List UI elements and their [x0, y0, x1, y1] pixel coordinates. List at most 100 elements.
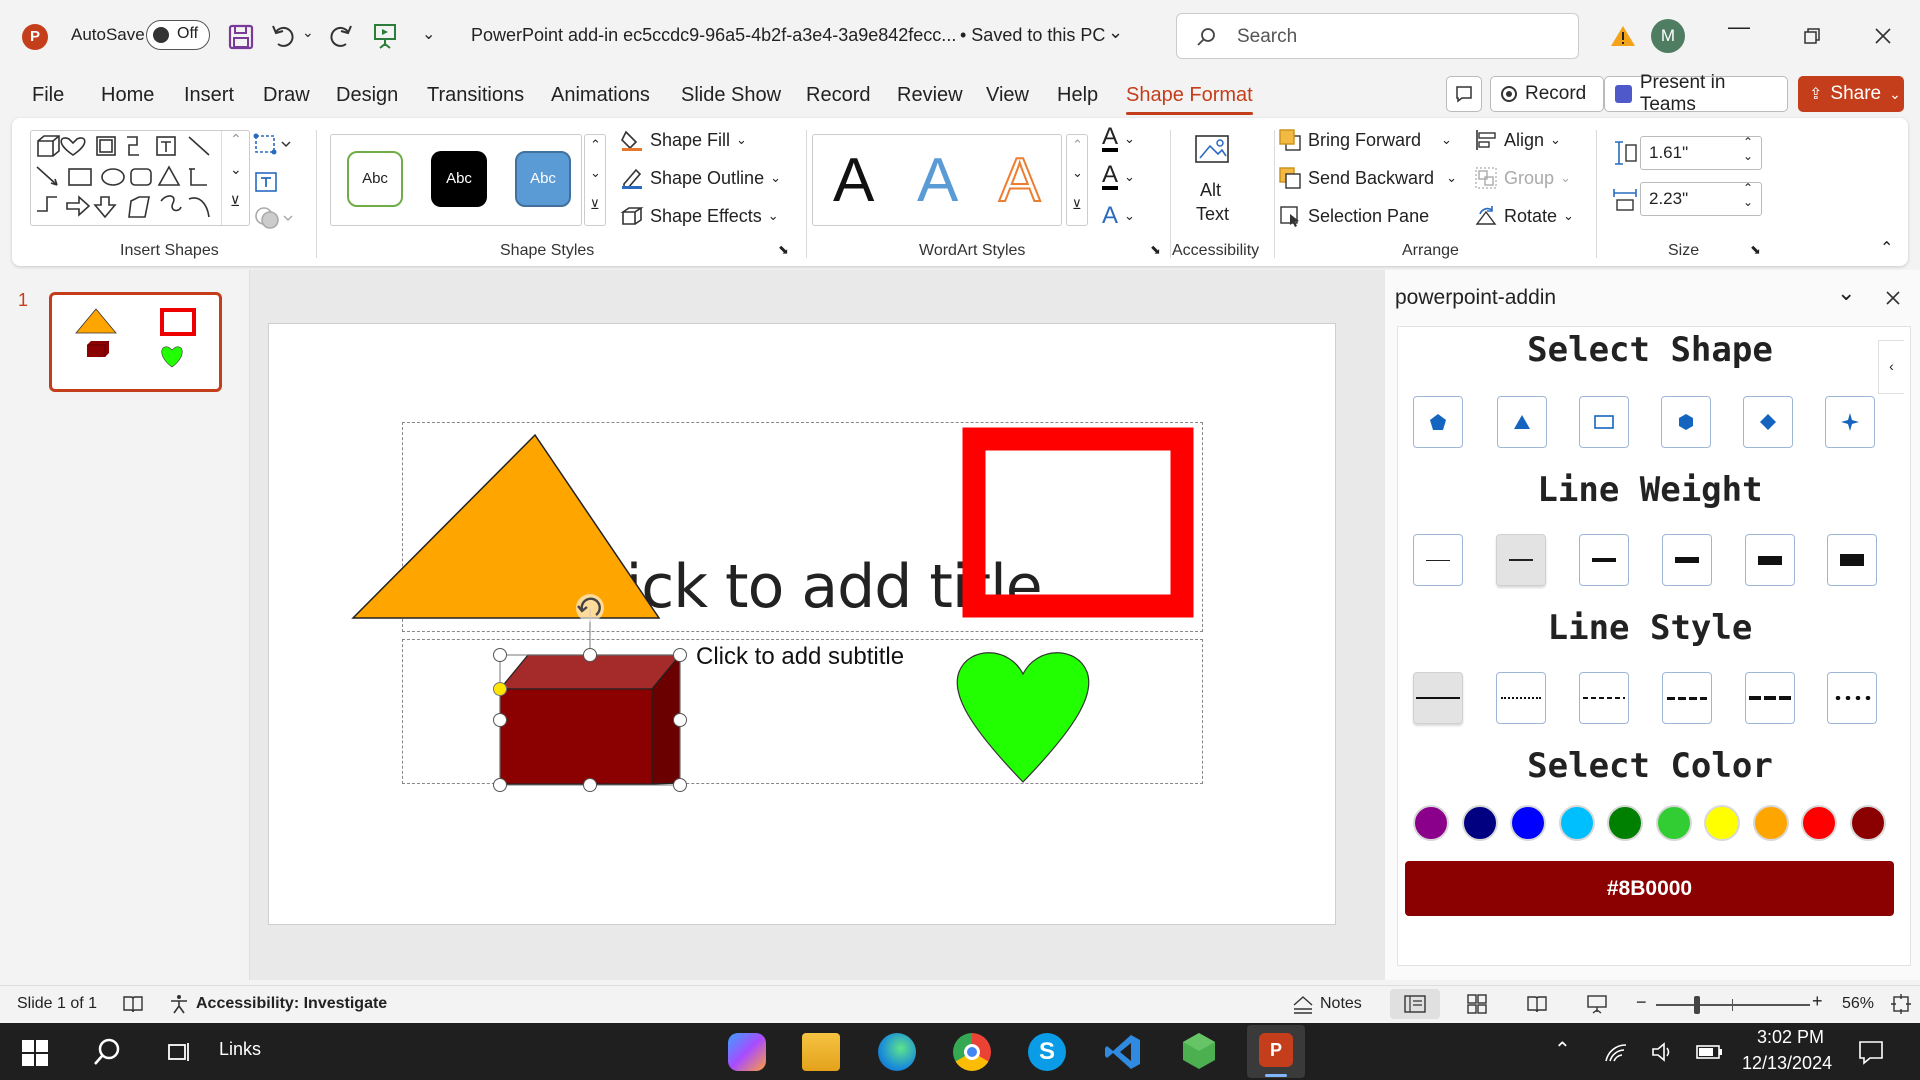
slide-sorter-icon[interactable]: [1466, 993, 1488, 1015]
copilot-icon[interactable]: [728, 1033, 766, 1071]
rotate-handle-icon[interactable]: [574, 592, 606, 624]
powerpoint-taskbar-button[interactable]: P: [1247, 1025, 1305, 1078]
spin-down-icon[interactable]: ⌄: [1743, 195, 1753, 209]
tab-insert[interactable]: Insert: [184, 84, 234, 107]
wordart-sample-orange[interactable]: A: [998, 145, 1041, 216]
shape-width-input[interactable]: 2.23" ⌃ ⌄: [1640, 181, 1762, 216]
shape-styles-scroll[interactable]: ⌃ ⌄ ⊻: [584, 134, 606, 226]
rotate-button[interactable]: Rotate ⌄: [1474, 204, 1574, 228]
tab-home[interactable]: Home: [101, 84, 154, 107]
scroll-down-icon[interactable]: ⌄: [590, 165, 601, 181]
clock-time[interactable]: 3:02 PM: [1757, 1027, 1824, 1048]
spelling-icon[interactable]: [122, 993, 144, 1015]
network-icon[interactable]: [1604, 1041, 1628, 1063]
file-explorer-icon[interactable]: [802, 1033, 840, 1071]
fit-to-window-icon[interactable]: [1890, 993, 1912, 1015]
line-weight-option-3[interactable]: [1579, 534, 1629, 586]
line-style-option-round-dot[interactable]: [1827, 672, 1877, 724]
tab-draw[interactable]: Draw: [263, 84, 310, 107]
wordart-sample-blue[interactable]: A: [917, 145, 958, 216]
color-swatch[interactable]: [1704, 805, 1740, 841]
selection-pane-button[interactable]: Selection Pane: [1278, 204, 1429, 228]
zoom-out-icon[interactable]: −: [1636, 992, 1647, 1013]
color-swatch[interactable]: [1607, 805, 1643, 841]
color-swatch[interactable]: [1461, 805, 1498, 841]
shapes-gallery[interactable]: ⌃ ⌄ ⊻: [30, 130, 250, 226]
scroll-down-icon[interactable]: ⌄: [230, 161, 242, 178]
text-outline-button[interactable]: A ⌄: [1102, 163, 1135, 190]
line-style-option-long-dash[interactable]: [1745, 672, 1795, 724]
links-toolbar[interactable]: Links: [219, 1039, 261, 1060]
share-button[interactable]: ⇪ Share ⌄: [1798, 76, 1904, 112]
line-style-option-dash[interactable]: [1662, 672, 1712, 724]
battery-icon[interactable]: [1696, 1043, 1724, 1061]
tab-view[interactable]: View: [986, 84, 1029, 107]
gallery-more-icon[interactable]: ⊻: [230, 193, 240, 210]
task-view-icon[interactable]: [166, 1039, 192, 1065]
shape-option-hexagon[interactable]: [1661, 396, 1711, 448]
line-style-option-dashed[interactable]: [1579, 672, 1629, 724]
redo-icon[interactable]: [326, 22, 354, 50]
volume-icon[interactable]: [1650, 1041, 1674, 1063]
slide-info[interactable]: Slide 1 of 1: [17, 995, 97, 1013]
taskpane-options-chevron-icon[interactable]: ⌄: [1837, 280, 1855, 306]
color-swatch[interactable]: [1413, 805, 1449, 841]
resize-handle-se[interactable]: [673, 778, 687, 792]
normal-view-button[interactable]: [1390, 989, 1440, 1019]
line-weight-option-2[interactable]: [1496, 534, 1546, 586]
tab-review[interactable]: Review: [897, 84, 963, 107]
chrome-icon[interactable]: [953, 1033, 991, 1071]
vscode-icon[interactable]: [1104, 1033, 1142, 1071]
spin-up-icon[interactable]: ⌃: [1743, 181, 1753, 195]
slide[interactable]: Click to add title Click to add subtitle: [268, 323, 1336, 925]
tab-design[interactable]: Design: [336, 84, 398, 107]
shape-option-diamond[interactable]: [1743, 396, 1793, 448]
style-sample-dark[interactable]: Abc: [431, 151, 487, 207]
accessibility-status[interactable]: Accessibility: Investigate: [196, 995, 387, 1013]
resize-handle-ne[interactable]: [673, 648, 687, 662]
cube-shape[interactable]: [498, 653, 682, 785]
notes-label[interactable]: Notes: [1320, 995, 1362, 1013]
resize-handle-s[interactable]: [583, 778, 597, 792]
undo-icon[interactable]: [270, 22, 298, 50]
scroll-up-icon[interactable]: ⌃: [230, 131, 242, 148]
gallery-more-icon[interactable]: ⊻: [1072, 197, 1082, 213]
line-style-option-solid[interactable]: [1413, 672, 1463, 724]
clock-date[interactable]: 12/13/2024: [1742, 1053, 1832, 1074]
minimize-icon[interactable]: —: [1728, 14, 1750, 40]
search-box[interactable]: Search: [1176, 13, 1579, 59]
slide-thumbnail[interactable]: [49, 292, 222, 392]
reading-view-icon[interactable]: [1526, 993, 1548, 1015]
resize-handle-nw[interactable]: [493, 648, 507, 662]
scroll-up-icon[interactable]: ⌃: [1072, 137, 1083, 153]
wordart-gallery[interactable]: A A A: [812, 134, 1062, 226]
adjustment-handle[interactable]: [493, 682, 507, 696]
scroll-up-icon[interactable]: ⌃: [590, 137, 601, 153]
close-window-icon[interactable]: [1874, 27, 1892, 45]
resize-handle-e[interactable]: [673, 713, 687, 727]
accessibility-icon[interactable]: [168, 993, 190, 1015]
show-hidden-icons-icon[interactable]: ⌃: [1554, 1037, 1571, 1062]
send-backward-button[interactable]: Send Backward ⌄: [1278, 166, 1457, 190]
color-swatch[interactable]: [1558, 805, 1595, 841]
heart-shape[interactable]: [956, 652, 1090, 783]
spin-down-icon[interactable]: ⌄: [1743, 149, 1753, 163]
zoom-slider-thumb[interactable]: [1694, 996, 1700, 1014]
node-icon[interactable]: [1180, 1031, 1218, 1071]
notes-icon[interactable]: [1292, 993, 1314, 1015]
avatar[interactable]: M: [1651, 19, 1685, 53]
shape-option-rectangle[interactable]: [1579, 396, 1629, 448]
edit-shape-icon[interactable]: [250, 130, 296, 158]
style-sample-blue[interactable]: Abc: [515, 151, 571, 207]
restore-icon[interactable]: [1803, 27, 1821, 45]
shape-height-input[interactable]: 1.61" ⌃ ⌄: [1640, 135, 1762, 170]
present-in-teams-button[interactable]: Present in Teams: [1604, 72, 1788, 115]
line-weight-option-4[interactable]: [1662, 534, 1712, 586]
shapes-scroll[interactable]: ⌃ ⌄ ⊻: [221, 131, 249, 225]
dialog-launcher-icon[interactable]: ⬊: [778, 242, 789, 258]
tab-slide-show[interactable]: Slide Show: [681, 84, 781, 107]
zoom-level[interactable]: 56%: [1842, 995, 1874, 1013]
color-swatch[interactable]: [1752, 805, 1789, 841]
resize-handle-w[interactable]: [493, 713, 507, 727]
present-from-start-icon[interactable]: [372, 22, 398, 50]
